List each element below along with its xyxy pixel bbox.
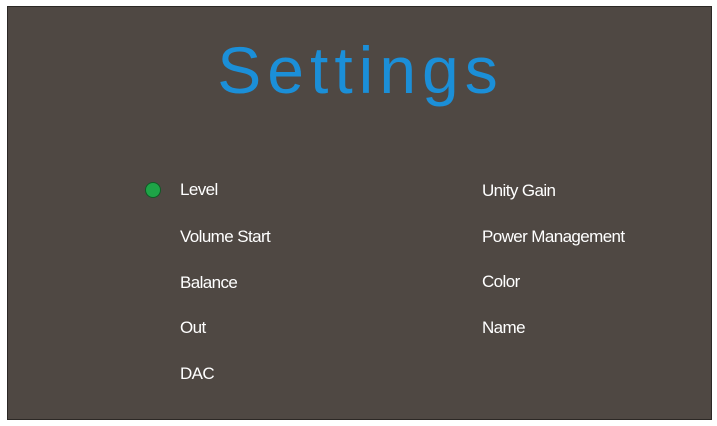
menu-item-label: Unity Gain: [482, 181, 556, 200]
menu-item-name[interactable]: Name: [482, 316, 526, 340]
menu-item-out[interactable]: Out: [180, 316, 206, 340]
menu-item-balance[interactable]: Balance: [180, 271, 238, 295]
menu-item-label: Name: [482, 318, 526, 337]
menu-item-dac[interactable]: DAC: [180, 362, 215, 386]
menu-item-power-management[interactable]: Power Management: [482, 225, 625, 249]
menu-item-color[interactable]: Color: [482, 270, 520, 294]
menu-item-label: Power Management: [482, 227, 625, 246]
menu-item-label: Level: [180, 180, 218, 199]
menu-item-label: Color: [482, 272, 520, 291]
menu-item-label: Balance: [180, 273, 238, 292]
menu-item-label: Volume Start: [180, 227, 271, 246]
menu-item-volume-start[interactable]: Volume Start: [180, 225, 271, 249]
menu-item-label: DAC: [180, 364, 215, 383]
menu-item-level[interactable]: Level: [180, 178, 218, 202]
menu-item-unity-gain[interactable]: Unity Gain: [482, 179, 556, 203]
menu-item-label: Out: [180, 318, 206, 337]
page-title: Settings: [217, 33, 504, 107]
settings-screen: Settings Level Volume Start Balance Out …: [7, 6, 712, 420]
selection-indicator-icon: [145, 182, 161, 198]
